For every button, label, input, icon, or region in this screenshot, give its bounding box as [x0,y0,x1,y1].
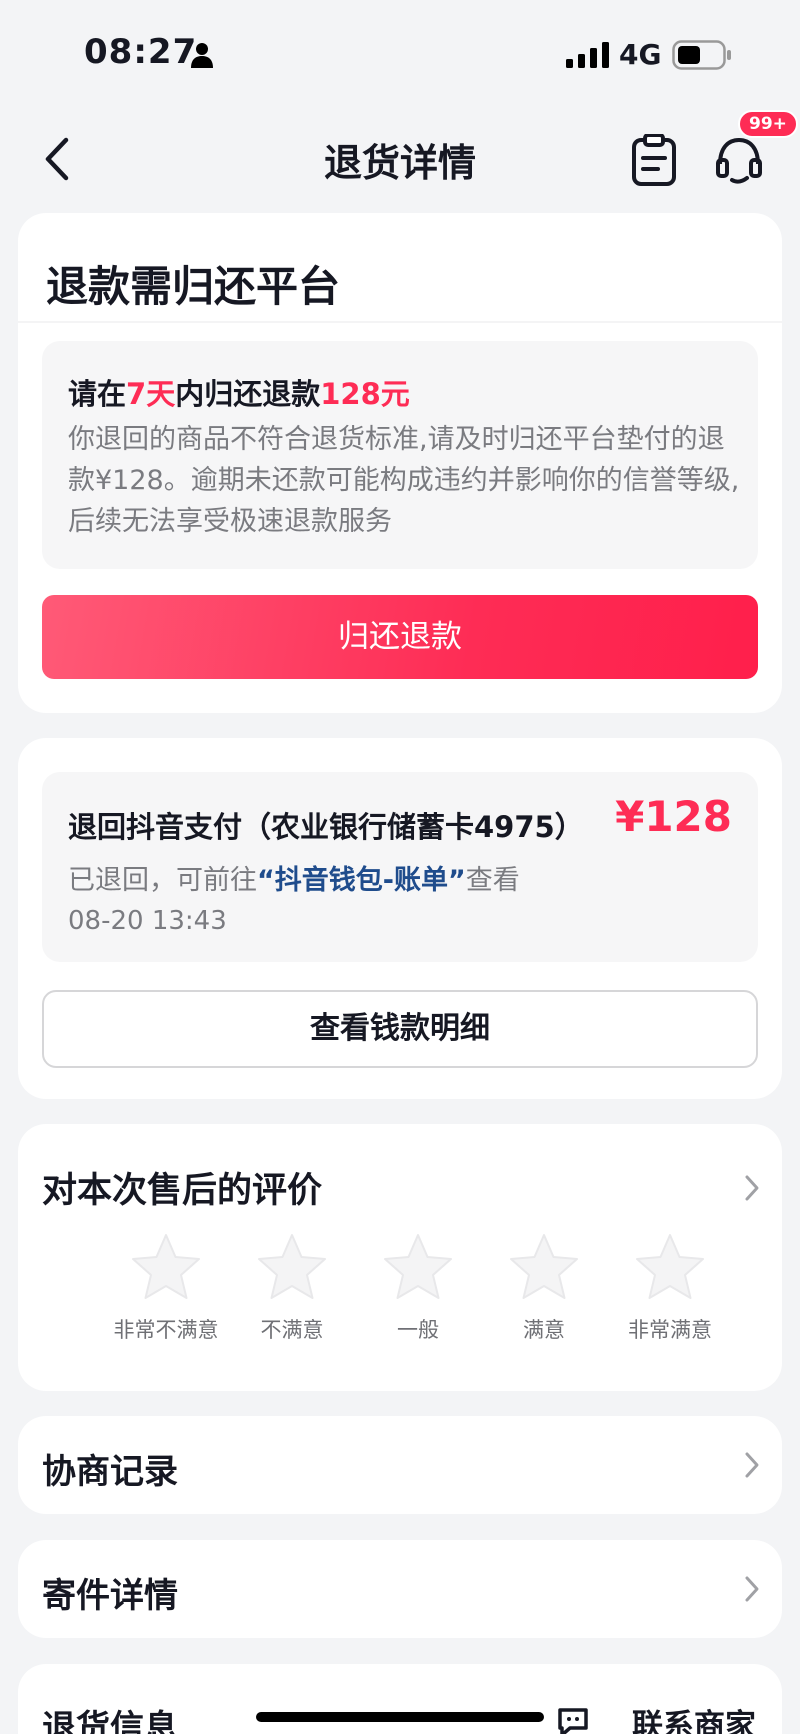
signal-icon [566,42,609,68]
customer-service-icon[interactable] [714,134,764,186]
return-refund-button[interactable]: 归还退款 [42,595,758,679]
rating-label: 非常不满意 [113,1318,219,1342]
rating-option-very-satisfied[interactable]: 非常满意 [600,1232,740,1344]
notice-amount: 128元 [320,377,410,411]
refund-record-card: 退回抖音支付（农业银行储蓄卡4975） ¥128 已退回，可前往“抖音钱包-账单… [18,738,782,1099]
orders-icon[interactable] [630,134,678,186]
rating-options: 非常不满意 不满意 一般 满意 非常满意 [18,1232,782,1372]
refund-record-box: 退回抖音支付（农业银行储蓄卡4975） ¥128 已退回，可前往“抖音钱包-账单… [42,772,758,962]
rating-label: 一般 [397,1318,439,1342]
chevron-right-icon [745,1452,759,1478]
chat-icon[interactable] [556,1706,590,1734]
rating-option-neutral[interactable]: 一般 [348,1232,488,1344]
refund-destination: 退回抖音支付（农业银行储蓄卡4975） [68,810,584,844]
chevron-right-icon [745,1576,759,1602]
notice-deadline: 请在7天内归还退款128元 [68,371,410,413]
notice-middle: 内归还退款 [175,377,321,411]
network-label: 4G [619,38,662,71]
status-suffix: 查看 [465,865,520,896]
negotiation-record-row[interactable]: 协商记录 [18,1416,782,1514]
status-time: 08:27 [84,32,198,72]
notice-prefix: 请在 [68,377,127,411]
rating-label: 满意 [523,1318,565,1342]
star-icon [258,1234,326,1299]
battery-icon [672,40,731,70]
notice-box: 请在7天内归还退款128元 你退回的商品不符合退货标准,请及时归还平台垫付的退款… [42,341,758,569]
refund-notice-card: 退款需归还平台 请在7天内归还退款128元 你退回的商品不符合退货标准,请及时归… [18,213,782,713]
refund-time: 08-20 13:43 [68,906,227,936]
star-icon [384,1234,452,1299]
refund-amount: ¥128 [615,792,732,841]
star-icon [510,1234,578,1299]
home-indicator [256,1712,544,1722]
wallet-bill-link[interactable]: “抖音钱包-账单” [257,865,466,896]
notice-days: 7天 [126,377,176,411]
notification-badge: 99+ [738,110,798,138]
star-icon [132,1234,200,1299]
status-bar: 08:27 4G [0,0,800,100]
rating-option-satisfied[interactable]: 满意 [474,1232,614,1344]
return-info-title: 退货信息 [42,1708,178,1734]
page-title: 退货详情 [323,141,476,185]
contact-seller-button[interactable]: 联系商家 [632,1700,756,1734]
divider [18,321,782,323]
rating-label: 非常满意 [628,1318,712,1342]
rating-title: 对本次售后的评价 [42,1171,323,1211]
shipping-details-row[interactable]: 寄件详情 [18,1540,782,1638]
rating-card[interactable]: 对本次售后的评价 非常不满意 不满意 一般 满意 非常满意 [18,1124,782,1391]
shipping-details-label: 寄件详情 [42,1576,178,1616]
notice-description: 你退回的商品不符合退货标准,请及时归还平台垫付的退款¥128。逾期未还款可能构成… [68,424,740,537]
view-funds-detail-button[interactable]: 查看钱款明细 [42,990,758,1068]
status-prefix: 已退回，可前往 [68,865,257,896]
person-icon [191,43,213,68]
nav-bar: 退货详情 99+ [0,110,800,200]
rating-option-very-unsatisfied[interactable]: 非常不满意 [96,1232,236,1344]
rating-option-unsatisfied[interactable]: 不满意 [222,1232,362,1344]
refund-notice-title: 退款需归还平台 [46,262,341,311]
rating-label: 不满意 [260,1318,324,1342]
chevron-right-icon[interactable] [742,1173,762,1203]
return-info-card: 退货信息 联系商家 [18,1664,782,1734]
negotiation-record-label: 协商记录 [42,1452,178,1492]
refund-status: 已退回，可前往“抖音钱包-账单”查看 [68,858,520,897]
star-icon [636,1234,704,1299]
